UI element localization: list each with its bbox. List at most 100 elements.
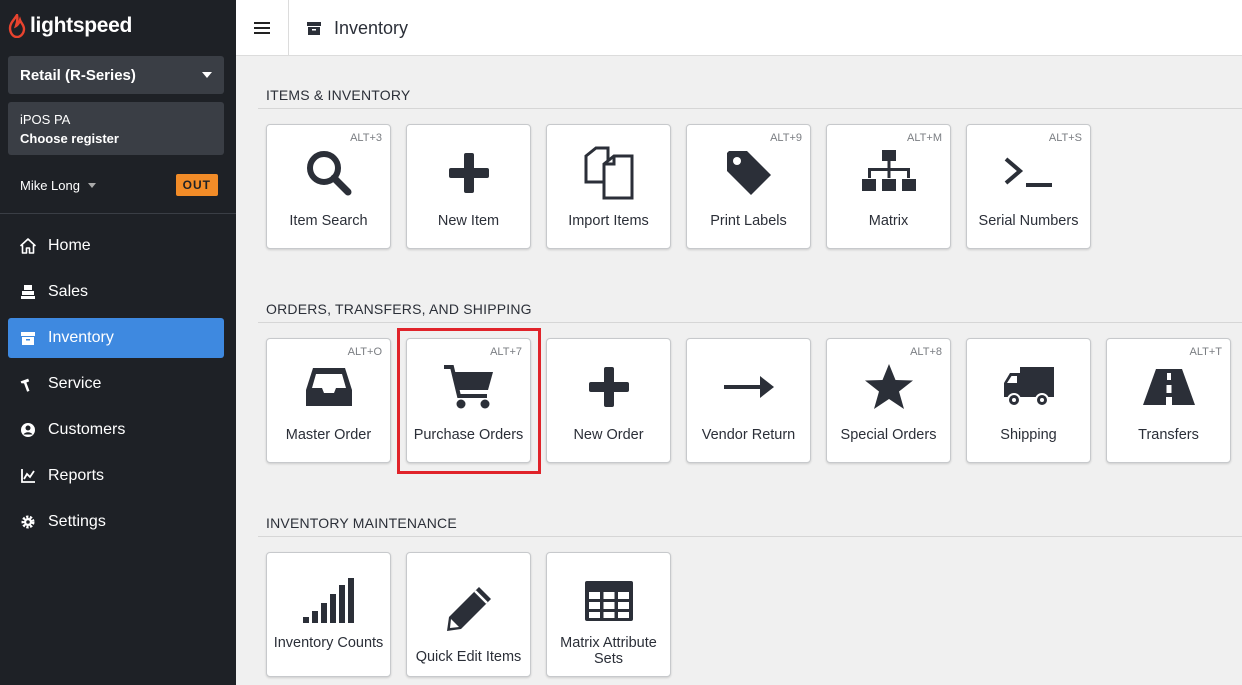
tile-label: Shipping <box>1000 427 1057 443</box>
sidebar-item-home[interactable]: Home <box>8 226 224 266</box>
tile-print-labels[interactable]: ALT+9 Print Labels <box>686 124 811 249</box>
flame-logo-icon <box>8 14 26 38</box>
shortcut-label: ALT+8 <box>910 346 942 358</box>
tile-master-order[interactable]: ALT+O Master Order <box>266 338 391 463</box>
shortcut-label: ALT+3 <box>350 132 382 144</box>
sidebar-item-label: Service <box>48 375 102 392</box>
page-title: Inventory <box>306 0 408 56</box>
shortcut-label: ALT+9 <box>770 132 802 144</box>
shortcut-label: ALT+7 <box>490 346 522 358</box>
hammer-icon <box>20 376 36 392</box>
sidebar-item-reports[interactable]: Reports <box>8 456 224 496</box>
inbox-icon <box>267 359 390 415</box>
user-name: Mike Long <box>20 177 80 193</box>
user-menu[interactable]: Mike Long <box>20 178 96 193</box>
section-title: ITEMS & INVENTORY <box>266 87 411 103</box>
shortcut-label: ALT+M <box>907 132 942 144</box>
tile-label: Master Order <box>285 427 372 443</box>
tile-new-item[interactable]: New Item <box>406 124 531 249</box>
hamburger-icon <box>254 22 270 34</box>
tile-vendor-return[interactable]: Vendor Return <box>686 338 811 463</box>
tile-label: Vendor Return <box>701 427 796 443</box>
star-icon <box>827 359 950 415</box>
signal-bars-icon <box>267 573 390 629</box>
sidebar-item-settings[interactable]: Settings <box>8 502 224 542</box>
logo-text: lightspeed <box>30 14 133 37</box>
chart-line-icon <box>20 468 36 484</box>
sidebar-divider <box>0 213 236 214</box>
shortcut-label: ALT+T <box>1189 346 1222 358</box>
archive-icon <box>307 22 321 35</box>
tag-icon <box>687 145 810 201</box>
sidebar-item-label: Inventory <box>48 329 114 346</box>
arrow-right-icon <box>687 359 810 415</box>
register-name: iPOS PA <box>20 112 71 127</box>
sidebar-item-label: Home <box>48 237 91 254</box>
section-divider <box>258 322 1242 323</box>
plus-icon <box>407 145 530 201</box>
truck-icon <box>967 359 1090 415</box>
choose-register-link[interactable]: Choose register <box>20 129 212 148</box>
sidebar-nav: Home Sales Inventory Service Customers R… <box>8 226 224 548</box>
tile-purchase-orders[interactable]: ALT+7 Purchase Orders <box>406 338 531 463</box>
shortcut-label: ALT+S <box>1048 132 1082 144</box>
tile-transfers[interactable]: ALT+T Transfers <box>1106 338 1231 463</box>
tile-label: Item Search <box>289 213 368 229</box>
tile-label: Transfers <box>1138 427 1199 443</box>
tile-import-items[interactable]: Import Items <box>546 124 671 249</box>
search-icon <box>267 145 390 201</box>
tile-special-orders[interactable]: ALT+8 Special Orders <box>826 338 951 463</box>
clock-out-badge[interactable]: OUT <box>175 174 218 196</box>
home-icon <box>20 238 36 254</box>
sidebar-item-label: Sales <box>48 283 89 300</box>
pencil-icon <box>407 581 530 637</box>
tile-label: Quick Edit Items <box>415 649 522 665</box>
section-divider <box>258 536 1242 537</box>
sidebar-item-inventory[interactable]: Inventory <box>8 318 224 358</box>
tile-label: Special Orders <box>840 427 937 443</box>
tile-label: Matrix Attribute Sets <box>560 635 657 667</box>
sidebar-item-label: Customers <box>48 421 126 438</box>
tile-label: Matrix <box>868 213 909 229</box>
tile-matrix-attribute-sets[interactable]: Matrix Attribute Sets <box>546 552 671 677</box>
tile-label: Purchase Orders <box>413 427 524 443</box>
sidebar-item-label: Settings <box>48 513 106 530</box>
section-divider <box>258 108 1242 109</box>
section-title: ORDERS, TRANSFERS, AND SHIPPING <box>266 301 532 317</box>
sidebar-item-service[interactable]: Service <box>8 364 224 404</box>
tile-item-search[interactable]: ALT+3 Item Search <box>266 124 391 249</box>
section-title: INVENTORY MAINTENANCE <box>266 515 457 531</box>
sidebar-item-customers[interactable]: Customers <box>8 410 224 450</box>
road-icon <box>1107 359 1230 415</box>
tile-label: Serial Numbers <box>978 213 1079 229</box>
tile-inventory-counts[interactable]: Inventory Counts <box>266 552 391 677</box>
user-row: Mike Long OUT <box>20 172 218 198</box>
copy-files-icon <box>547 145 670 201</box>
sidebar-item-sales[interactable]: Sales <box>8 272 224 312</box>
cart-icon <box>407 359 530 415</box>
product-label: Retail (R-Series) <box>20 66 136 84</box>
logo[interactable]: lightspeed <box>8 14 132 38</box>
top-bar: Inventory <box>236 0 1242 56</box>
table-grid-icon <box>547 573 670 629</box>
product-select[interactable]: Retail (R-Series) <box>8 56 224 94</box>
tile-new-order[interactable]: New Order <box>546 338 671 463</box>
tile-label: Inventory Counts <box>273 635 384 651</box>
sidebar: lightspeed Retail (R-Series) iPOS PA Cho… <box>0 0 236 685</box>
terminal-icon <box>967 145 1090 201</box>
gear-icon <box>20 514 36 530</box>
register-icon <box>20 284 36 300</box>
tile-label: New Item <box>437 213 500 229</box>
tile-label: Print Labels <box>710 213 787 229</box>
tile-label: Import Items <box>568 213 649 229</box>
tile-matrix[interactable]: ALT+M Matrix <box>826 124 951 249</box>
caret-down-icon <box>202 72 212 78</box>
register-selector[interactable]: iPOS PA Choose register <box>8 102 224 155</box>
tile-serial-numbers[interactable]: ALT+S Serial Numbers <box>966 124 1091 249</box>
menu-toggle-button[interactable] <box>236 0 289 56</box>
sidebar-item-label: Reports <box>48 467 105 484</box>
tile-quick-edit-items[interactable]: Quick Edit Items <box>406 552 531 677</box>
caret-down-icon <box>87 182 96 188</box>
shortcut-label: ALT+O <box>347 346 382 358</box>
tile-shipping[interactable]: Shipping <box>966 338 1091 463</box>
